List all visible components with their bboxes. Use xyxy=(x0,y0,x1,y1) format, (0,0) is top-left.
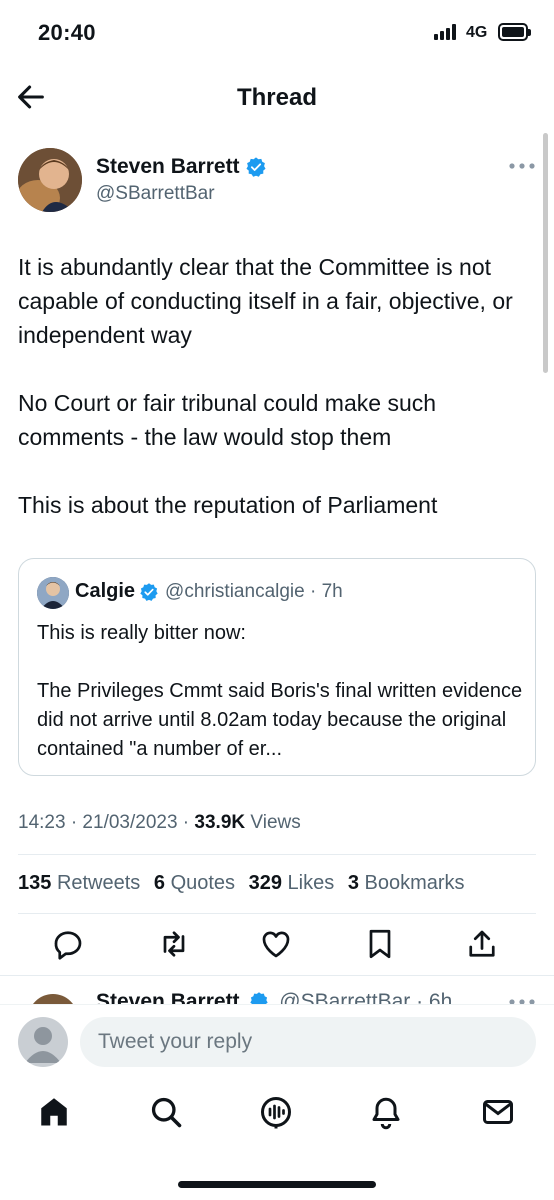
share-icon[interactable] xyxy=(464,926,500,962)
status-bar: 20:40 4G xyxy=(0,0,554,66)
verified-badge-icon xyxy=(246,157,266,177)
quote-author-name: Calgie xyxy=(75,580,136,602)
home-icon[interactable] xyxy=(36,1094,72,1130)
quote-handle-time: @christiancalgie · 7h xyxy=(165,580,343,602)
network-label: 4G xyxy=(466,24,488,41)
verified-badge-icon xyxy=(250,992,269,1004)
reply-input[interactable] xyxy=(80,1017,536,1067)
home-indicator[interactable] xyxy=(178,1181,376,1188)
messages-icon[interactable] xyxy=(480,1094,516,1130)
verified-badge-icon xyxy=(140,582,158,601)
views-label[interactable]: Views xyxy=(245,812,300,833)
tweet-paragraph: No Court or fair tribunal could make suc… xyxy=(18,390,437,450)
tweet-stats: 135 Retweets 6 Quotes 329 Likes 3 Bookma… xyxy=(18,872,473,895)
views-count[interactable]: 33.9K xyxy=(194,812,245,833)
quoted-tweet-card[interactable]: Calgie @christiancalgie · 7h This is rea… xyxy=(18,558,536,776)
divider xyxy=(18,854,536,855)
reply-bar xyxy=(0,1004,554,1080)
search-icon[interactable] xyxy=(148,1094,184,1130)
author-avatar[interactable] xyxy=(18,148,82,212)
stat-quotes[interactable]: 6 Quotes xyxy=(154,872,235,894)
battery-icon xyxy=(498,23,531,41)
stat-bookmarks[interactable]: 3 Bookmarks xyxy=(348,872,465,894)
reply-icon[interactable] xyxy=(50,926,86,962)
quote-paragraph: The Privileges Cmmt said Boris's final w… xyxy=(37,677,527,764)
signal-icon xyxy=(434,24,460,40)
tweet-paragraph: It is abundantly clear that the Committe… xyxy=(18,254,513,348)
quote-author-row: Calgie @christiancalgie · 7h xyxy=(75,580,343,603)
avatar[interactable] xyxy=(28,994,78,1004)
stat-retweets[interactable]: 135 Retweets xyxy=(18,872,140,894)
tweet-timestamp: 14:23 · 21/03/2023 · xyxy=(18,812,195,833)
next-tweet-preview[interactable]: Steven Barrett @SBarrettBar · 6h xyxy=(0,976,554,1004)
tweet-actions xyxy=(0,926,554,966)
more-dots-icon[interactable] xyxy=(508,160,536,172)
spaces-icon[interactable] xyxy=(258,1094,294,1130)
author-name-row[interactable]: Steven Barrett xyxy=(96,155,267,179)
quote-author-avatar xyxy=(37,577,69,609)
author-name[interactable]: Steven Barrett xyxy=(96,155,240,179)
next-tweet-meta: @SBarrettBar · 6h xyxy=(279,990,453,1004)
more-dots-icon[interactable] xyxy=(508,996,536,1004)
status-time: 20:40 xyxy=(38,20,96,45)
quote-text: This is really bitter now: The Privilege… xyxy=(37,619,527,793)
bookmark-icon[interactable] xyxy=(362,926,398,962)
next-tweet-header: Steven Barrett @SBarrettBar · 6h xyxy=(96,990,452,1004)
tweet-text: It is abundantly clear that the Committe… xyxy=(18,250,538,556)
tweet-paragraph: This is about the reputation of Parliame… xyxy=(18,492,438,518)
thread-header: Thread xyxy=(0,66,554,130)
like-icon[interactable] xyxy=(258,926,294,962)
quote-paragraph: This is really bitter now: xyxy=(37,622,246,644)
avatar xyxy=(18,1017,68,1067)
quote-paragraph-text: The Privileges Cmmt said Boris's final w… xyxy=(37,680,523,760)
tweet-meta: 14:23 · 21/03/2023 · 33.9K Views xyxy=(18,812,301,834)
page-title: Thread xyxy=(236,84,317,111)
stat-likes[interactable]: 329 Likes xyxy=(249,872,335,894)
notifications-icon[interactable] xyxy=(368,1094,404,1130)
retweet-icon[interactable] xyxy=(156,926,192,962)
divider xyxy=(18,913,536,914)
next-author-name: Steven Barrett xyxy=(96,990,240,1004)
author-handle[interactable]: @SBarrettBar xyxy=(96,183,215,205)
scrollbar[interactable] xyxy=(543,133,548,373)
